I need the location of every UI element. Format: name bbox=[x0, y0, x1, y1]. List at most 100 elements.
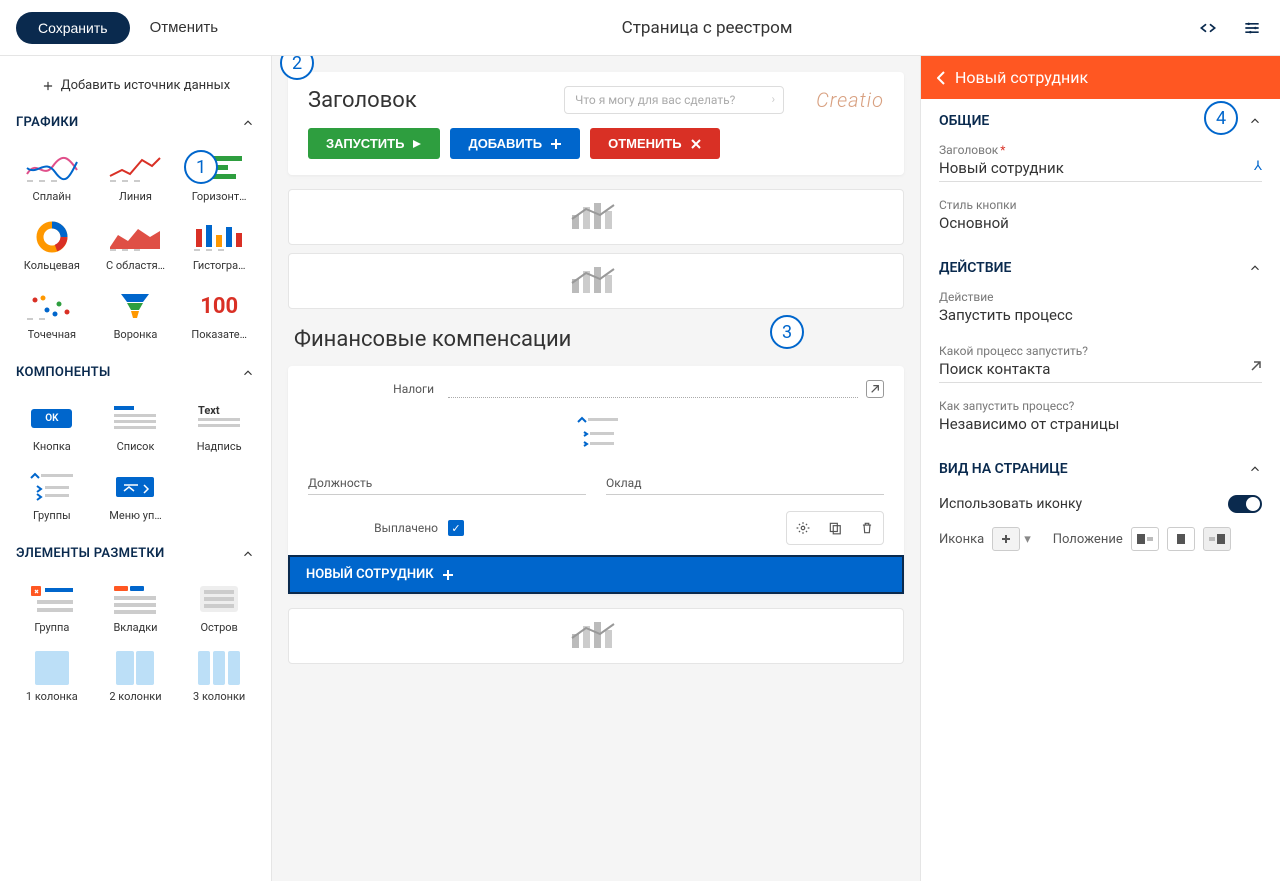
tool-scatter[interactable]: Точечная bbox=[12, 284, 92, 345]
chevron-left-icon[interactable] bbox=[937, 71, 945, 85]
tool-col3-label: 3 колонки bbox=[193, 690, 245, 703]
tool-indicator[interactable]: 100 Показате… bbox=[179, 284, 259, 345]
section-graphics-header[interactable]: ГРАФИКИ bbox=[0, 103, 271, 138]
add-button-label: ДОБАВИТЬ bbox=[468, 136, 542, 151]
icon-pos-right[interactable] bbox=[1203, 527, 1231, 551]
cancel-action-button[interactable]: ОТМЕНИТЬ bbox=[590, 128, 720, 159]
tool-tabs[interactable]: Вкладки bbox=[96, 577, 176, 638]
prop-action: Действие Запустить процесс bbox=[921, 284, 1280, 338]
field-position[interactable]: Должность bbox=[308, 476, 586, 495]
tool-doughnut-label: Кольцевая bbox=[24, 259, 80, 272]
tool-group-layout-label: Группа bbox=[34, 621, 69, 634]
tool-tabs-label: Вкладки bbox=[113, 621, 157, 634]
tool-menu[interactable]: Меню уп… bbox=[96, 465, 176, 526]
section-components-label: КОМПОНЕНТЫ bbox=[16, 365, 111, 380]
tool-line[interactable]: Линия bbox=[96, 146, 176, 207]
prop-action-value[interactable]: Запустить процесс bbox=[939, 304, 1262, 328]
chevron-down-icon[interactable]: ▾ bbox=[1024, 532, 1031, 547]
prop-icon-position: Иконка ▾ Положение bbox=[921, 523, 1280, 567]
chevron-up-icon bbox=[1248, 114, 1262, 128]
topbar: Сохранить Отменить Страница с реестром bbox=[0, 0, 1280, 56]
use-icon-toggle[interactable] bbox=[1228, 495, 1262, 513]
tool-scatter-label: Точечная bbox=[28, 328, 76, 341]
tool-island[interactable]: Остров bbox=[179, 577, 259, 638]
chevron-up-icon bbox=[1248, 462, 1262, 476]
tool-button[interactable]: OK Кнопка bbox=[12, 396, 92, 457]
section-view-label: ВИД НА СТРАНИЦЕ bbox=[939, 461, 1068, 477]
tool-histogram[interactable]: Гистогра… bbox=[179, 215, 259, 276]
field-salary[interactable]: Оклад bbox=[606, 476, 884, 495]
chart-icon bbox=[566, 263, 626, 299]
canvas-form-card[interactable]: Налоги Должность Оклад Выплачено ✓ bbox=[288, 366, 904, 594]
prop-which-value[interactable]: Поиск контакта bbox=[939, 358, 1262, 383]
selected-new-employee-button[interactable]: НОВЫЙ СОТРУДНИК bbox=[288, 555, 904, 594]
tool-col2-label: 2 колонки bbox=[109, 690, 161, 703]
field-position-label: Должность bbox=[308, 476, 586, 495]
tool-group-layout[interactable]: Группа bbox=[12, 577, 92, 638]
chevron-right-icon: › bbox=[772, 92, 776, 106]
tool-area[interactable]: С областя… bbox=[96, 215, 176, 276]
icon-pos-left[interactable] bbox=[1131, 527, 1159, 551]
plus-icon bbox=[41, 79, 55, 93]
prop-title-value[interactable]: Новый сотрудник ⅄ bbox=[939, 157, 1262, 182]
section-layout-header[interactable]: ЭЛЕМЕНТЫ РАЗМЕТКИ bbox=[0, 534, 271, 569]
canvas-header-card[interactable]: Заголовок Что я могу для вас сделать? › … bbox=[288, 72, 904, 175]
section-components-header[interactable]: КОМПОНЕНТЫ bbox=[0, 353, 271, 388]
section-action-header[interactable]: ДЕЙСТВИЕ bbox=[921, 246, 1280, 284]
sidebar-left: Добавить источник данных ГРАФИКИ 1 Сплай… bbox=[0, 56, 272, 881]
tool-col1[interactable]: 1 колонка bbox=[12, 646, 92, 707]
tool-list[interactable]: Список bbox=[96, 396, 176, 457]
field-paid-row: Выплачено ✓ bbox=[288, 501, 904, 555]
tool-list-label: Список bbox=[117, 440, 155, 453]
tool-funnel[interactable]: Воронка bbox=[96, 284, 176, 345]
field-paid-checkbox[interactable]: ✓ bbox=[448, 520, 464, 536]
tool-doughnut[interactable]: Кольцевая bbox=[12, 215, 92, 276]
gear-icon[interactable] bbox=[789, 514, 817, 542]
section-graphics-label: ГРАФИКИ bbox=[16, 115, 79, 130]
tool-groups[interactable]: Группы bbox=[12, 465, 92, 526]
tool-menu-label: Меню уп… bbox=[109, 509, 161, 522]
creatio-logo: Creatio bbox=[816, 88, 884, 112]
search-placeholder: Что я могу для вас сделать? bbox=[575, 93, 735, 107]
tool-spline[interactable]: Сплайн bbox=[12, 146, 92, 207]
chart-placeholder-2[interactable] bbox=[288, 253, 904, 309]
field-taxes-input[interactable] bbox=[448, 380, 858, 398]
prop-title: Заголовок* Новый сотрудник ⅄ bbox=[921, 137, 1280, 192]
add-button[interactable]: ДОБАВИТЬ bbox=[450, 128, 580, 159]
search-box[interactable]: Что я могу для вас сделать? › bbox=[564, 86, 784, 114]
tool-col3[interactable]: 3 колонки bbox=[179, 646, 259, 707]
trash-icon[interactable] bbox=[853, 514, 881, 542]
plus-icon bbox=[550, 138, 562, 150]
page-title: Страница с реестром bbox=[218, 18, 1196, 38]
code-icon[interactable] bbox=[1196, 16, 1220, 40]
run-button[interactable]: ЗАПУСТИТЬ bbox=[308, 128, 440, 159]
prop-how-value[interactable]: Независимо от страницы bbox=[939, 413, 1262, 437]
tool-spline-label: Сплайн bbox=[33, 190, 72, 203]
expand-icon[interactable] bbox=[866, 380, 884, 398]
selected-button-label: НОВЫЙ СОТРУДНИК bbox=[306, 567, 434, 582]
icon-pos-center[interactable] bbox=[1167, 527, 1195, 551]
inspector-title: Новый сотрудник bbox=[955, 68, 1088, 87]
tool-funnel-label: Воронка bbox=[114, 328, 158, 341]
section-view-header[interactable]: ВИД НА СТРАНИЦЕ bbox=[921, 447, 1280, 485]
prop-style-label: Стиль кнопки bbox=[939, 198, 1262, 212]
tool-indicator-label: Показате… bbox=[191, 328, 247, 341]
prop-action-label: Действие bbox=[939, 290, 1262, 304]
add-data-source[interactable]: Добавить источник данных bbox=[0, 68, 271, 103]
tool-area-label: С областя… bbox=[106, 259, 165, 272]
icon-picker[interactable] bbox=[992, 527, 1020, 551]
chart-placeholder-1[interactable] bbox=[288, 189, 904, 245]
translate-icon[interactable]: ⅄ bbox=[1254, 159, 1262, 174]
field-taxes[interactable]: Налоги bbox=[288, 374, 904, 404]
save-button[interactable]: Сохранить bbox=[16, 12, 130, 44]
cancel-button[interactable]: Отменить bbox=[150, 19, 219, 36]
copy-icon[interactable] bbox=[821, 514, 849, 542]
tool-label[interactable]: Text Надпись bbox=[179, 396, 259, 457]
chart-placeholder-3[interactable] bbox=[288, 608, 904, 664]
settings-icon[interactable] bbox=[1240, 16, 1264, 40]
prop-style-value[interactable]: Основной bbox=[939, 212, 1262, 236]
components-grid: OK Кнопка Список Text Надпись Группы Мен… bbox=[0, 388, 271, 534]
step-3-badge: 3 bbox=[770, 315, 804, 349]
tool-col2[interactable]: 2 колонки bbox=[96, 646, 176, 707]
open-icon[interactable] bbox=[1250, 360, 1262, 372]
